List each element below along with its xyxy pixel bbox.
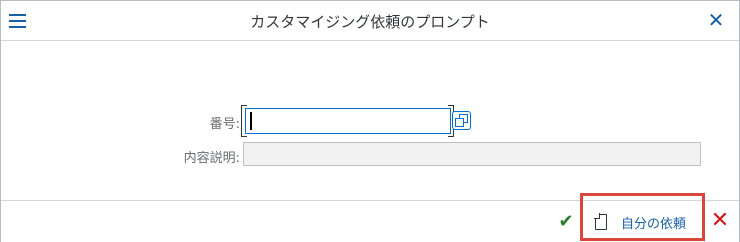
text-caret — [250, 112, 252, 130]
customizing-request-prompt-dialog: カスタマイジング依頼のプロンプト ✕ 番号: 内容説明: ✔ 自分の依頼 ✕ — [0, 0, 740, 242]
checkmark-icon[interactable]: ✔ — [556, 212, 576, 232]
dialog-footer: ✔ 自分の依頼 ✕ — [1, 193, 739, 242]
description-label: 内容説明: — [183, 151, 240, 166]
value-help-icon[interactable] — [452, 111, 471, 130]
description-label-wrap: 内容説明: — [101, 142, 240, 168]
dialog-title: カスタマイジング依頼のプロンプト — [250, 13, 490, 31]
close-icon[interactable]: ✕ — [705, 9, 727, 31]
document-icon — [594, 213, 607, 230]
description-field — [243, 142, 701, 166]
my-requests-button[interactable]: 自分の依頼 — [590, 209, 698, 235]
number-label: 番号: — [209, 117, 240, 132]
request-number-input[interactable] — [245, 108, 451, 134]
prompt-form: 番号: 内容説明: — [1, 42, 739, 200]
dialog-titlebar: カスタマイジング依頼のプロンプト ✕ — [1, 1, 739, 41]
cancel-icon[interactable]: ✕ — [709, 210, 731, 232]
my-requests-label: 自分の依頼 — [621, 216, 687, 232]
number-label-wrap: 番号: — [101, 108, 240, 134]
